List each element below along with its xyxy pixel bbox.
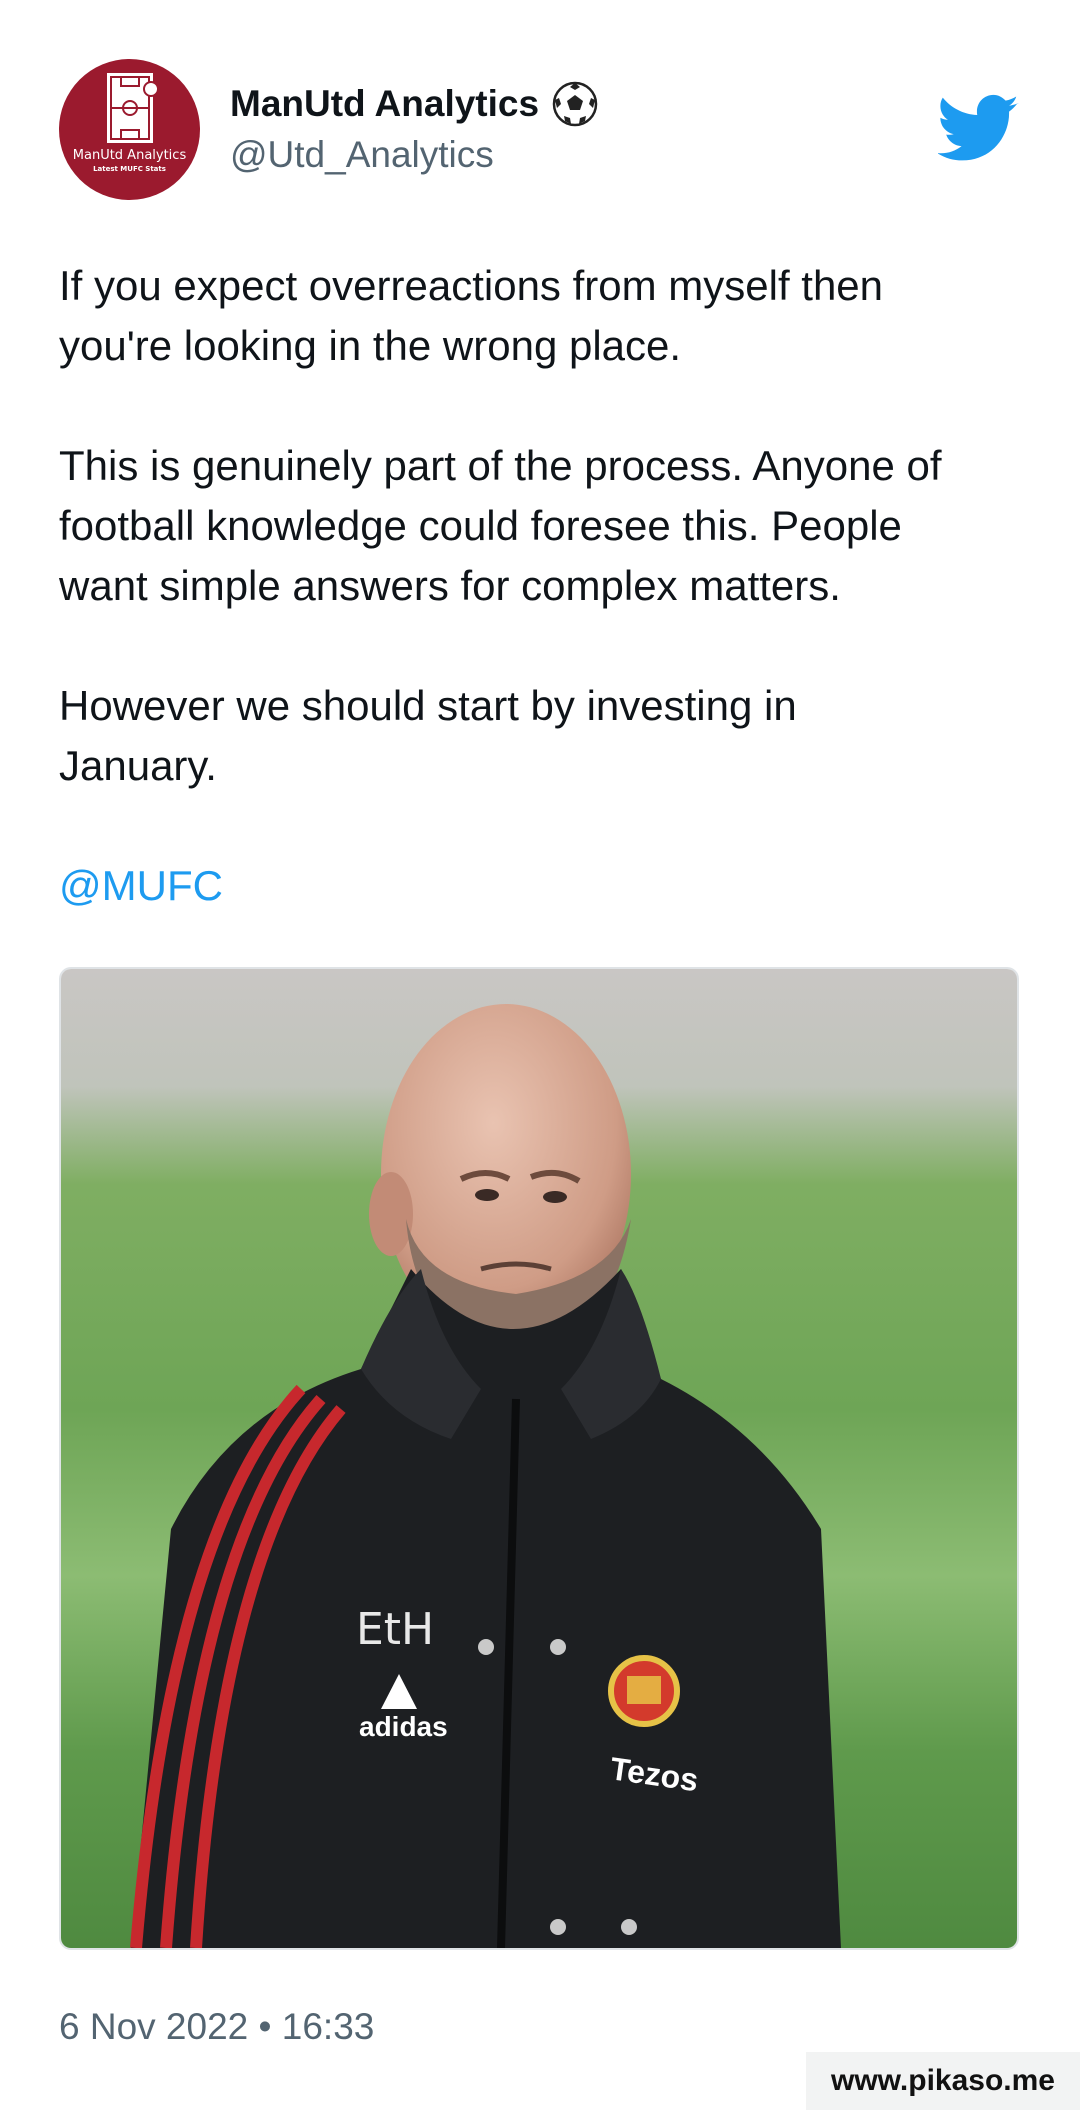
avatar-subtext: Latest MUFC Stats bbox=[93, 165, 166, 173]
tweet-media-image[interactable]: EtH adidas Tezos bbox=[59, 967, 1019, 1950]
tweet-body: If you expect overreactions from myself … bbox=[59, 256, 1019, 976]
tweet-paragraph: If you expect overreactions from myself … bbox=[59, 262, 884, 369]
tweet-paragraph: However we should start by investing in … bbox=[59, 682, 797, 789]
soccer-ball-icon bbox=[552, 81, 598, 127]
twitter-bird-icon[interactable] bbox=[938, 94, 1020, 164]
avatar[interactable]: ManUtd Analytics Latest MUFC Stats bbox=[59, 59, 200, 200]
author-display-name[interactable]: ManUtd Analytics bbox=[230, 80, 599, 128]
jacket-brand: adidas bbox=[359, 1711, 448, 1742]
watermark-label: www.pikaso.me bbox=[806, 2052, 1080, 2110]
author-handle[interactable]: @Utd_Analytics bbox=[230, 134, 494, 176]
pitch-logo-icon bbox=[107, 73, 159, 143]
author-name-label: ManUtd Analytics bbox=[230, 83, 540, 124]
mention-link[interactable]: @MUFC bbox=[59, 862, 223, 909]
avatar-brand-text: ManUtd Analytics bbox=[72, 148, 187, 163]
manager-photo: EtH adidas Tezos bbox=[61, 969, 1017, 1948]
jacket-initials: EtH bbox=[356, 1604, 434, 1655]
tweet-paragraph: This is genuinely part of the process. A… bbox=[59, 442, 942, 609]
tweet-timestamp[interactable]: 6 Nov 2022 • 16:33 bbox=[59, 2006, 374, 2048]
